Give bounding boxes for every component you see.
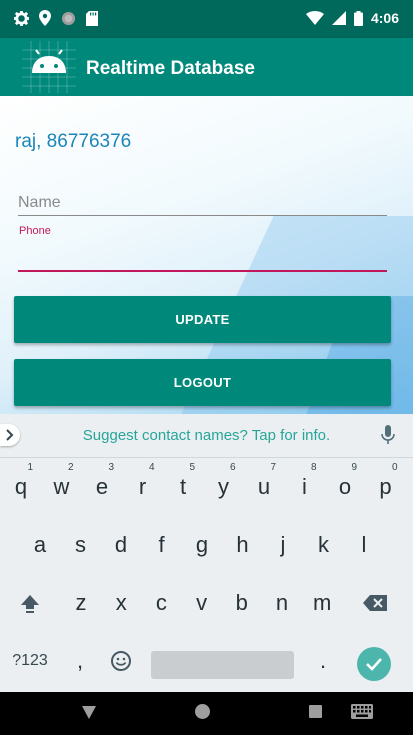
key-f[interactable]: f — [142, 516, 182, 574]
key-v[interactable]: v — [182, 574, 222, 632]
back-icon[interactable] — [82, 706, 96, 719]
sd-card-icon — [86, 10, 98, 26]
navigation-bar — [0, 692, 413, 735]
key-c[interactable]: c — [141, 574, 181, 632]
key-hint: 4 — [148, 462, 155, 473]
backspace-key[interactable] — [341, 574, 409, 632]
key-w[interactable]: w2 — [42, 458, 82, 516]
suggestion-text[interactable]: Suggest contact names? Tap for info. — [0, 427, 413, 444]
shift-icon — [21, 595, 39, 613]
shift-key[interactable] — [0, 574, 60, 632]
comma-key[interactable]: , — [60, 632, 100, 690]
key-label: o — [338, 474, 352, 499]
android-logo-icon — [22, 41, 76, 93]
key-hint: 5 — [189, 462, 195, 473]
soft-keyboard: Suggest contact names? Tap for info. q1w… — [0, 414, 413, 692]
key-u[interactable]: u7 — [244, 458, 284, 516]
key-label: r — [138, 474, 147, 499]
status-bar-right: 4:06 — [305, 10, 399, 26]
location-pin-icon — [39, 10, 51, 26]
key-q[interactable]: q1 — [1, 458, 41, 516]
key-hint: 2 — [67, 462, 74, 473]
key-hint: 9 — [351, 462, 357, 473]
logout-button[interactable]: LOGOUT — [14, 359, 391, 406]
key-hint: 1 — [27, 462, 33, 473]
key-hint: 7 — [270, 462, 276, 473]
key-a[interactable]: a — [20, 516, 60, 574]
key-o[interactable]: o9 — [325, 458, 365, 516]
phone-label: Phone — [19, 225, 51, 237]
emoji-key[interactable] — [100, 632, 141, 690]
emoji-icon — [110, 651, 131, 671]
key-hint: 3 — [108, 462, 114, 473]
enter-key[interactable] — [357, 647, 391, 681]
checkmark-icon — [366, 658, 382, 671]
key-e[interactable]: e3 — [82, 458, 122, 516]
key-label: t — [179, 474, 187, 499]
keyboard-row-1: q1w2e3r4t5y6u7i8o9p0 — [0, 458, 413, 516]
gear-icon — [14, 10, 29, 26]
keyboard-row-3: zxcvbnm — [0, 574, 413, 632]
name-input[interactable] — [18, 190, 387, 216]
key-k[interactable]: k — [304, 516, 344, 574]
app-title: Realtime Database — [86, 58, 255, 79]
microphone-icon[interactable] — [381, 425, 395, 445]
key-b[interactable]: b — [222, 574, 262, 632]
key-hint: 0 — [391, 462, 398, 473]
status-bar-left — [14, 10, 98, 26]
phone-input[interactable] — [18, 242, 387, 272]
key-g[interactable]: g — [182, 516, 222, 574]
app-bar: Realtime Database — [0, 38, 413, 96]
key-h[interactable]: h — [223, 516, 263, 574]
key-t[interactable]: t5 — [163, 458, 203, 516]
backspace-icon — [363, 595, 387, 611]
key-label: e — [95, 474, 109, 499]
home-icon[interactable] — [195, 704, 210, 719]
key-n[interactable]: n — [262, 574, 302, 632]
key-m[interactable]: m — [302, 574, 342, 632]
key-label: u — [257, 474, 271, 499]
key-hint: 8 — [310, 462, 317, 473]
key-x[interactable]: x — [101, 574, 141, 632]
recents-icon[interactable] — [309, 705, 322, 718]
status-time: 4:06 — [370, 10, 399, 26]
keyboard-row-4: ?123 , . — [0, 632, 413, 690]
key-d[interactable]: d — [101, 516, 141, 574]
suggestion-strip: Suggest contact names? Tap for info. — [0, 414, 413, 458]
key-y[interactable]: y6 — [204, 458, 244, 516]
spacebar-key[interactable] — [151, 651, 294, 679]
keyboard-switch-icon[interactable] — [351, 704, 373, 719]
key-label: y — [218, 474, 229, 499]
update-button[interactable]: UPDATE — [14, 296, 391, 343]
symbols-key[interactable]: ?123 — [0, 632, 60, 690]
user-info-text: raj, 86776376 — [15, 131, 132, 152]
key-label: q — [14, 474, 28, 499]
key-label: w — [53, 474, 70, 499]
key-s[interactable]: s — [61, 516, 101, 574]
battery-icon — [353, 10, 363, 26]
circle-icon — [61, 11, 76, 25]
wifi-icon — [305, 11, 324, 25]
key-j[interactable]: j — [263, 516, 303, 574]
main-content: raj, 86776376 Phone UPDATE LOGOUT — [0, 96, 413, 414]
key-l[interactable]: l — [344, 516, 384, 574]
key-p[interactable]: p0 — [366, 458, 406, 516]
key-z[interactable]: z — [61, 574, 101, 632]
status-bar: 4:06 — [0, 0, 413, 38]
period-key[interactable]: . — [303, 632, 343, 690]
signal-icon — [331, 11, 346, 25]
keyboard-row-2: asdfghjkl — [0, 516, 413, 574]
key-r[interactable]: r4 — [123, 458, 163, 516]
key-label: p — [379, 474, 392, 499]
key-label: i — [302, 474, 307, 499]
key-hint: 6 — [229, 462, 236, 473]
key-i[interactable]: i8 — [285, 458, 325, 516]
